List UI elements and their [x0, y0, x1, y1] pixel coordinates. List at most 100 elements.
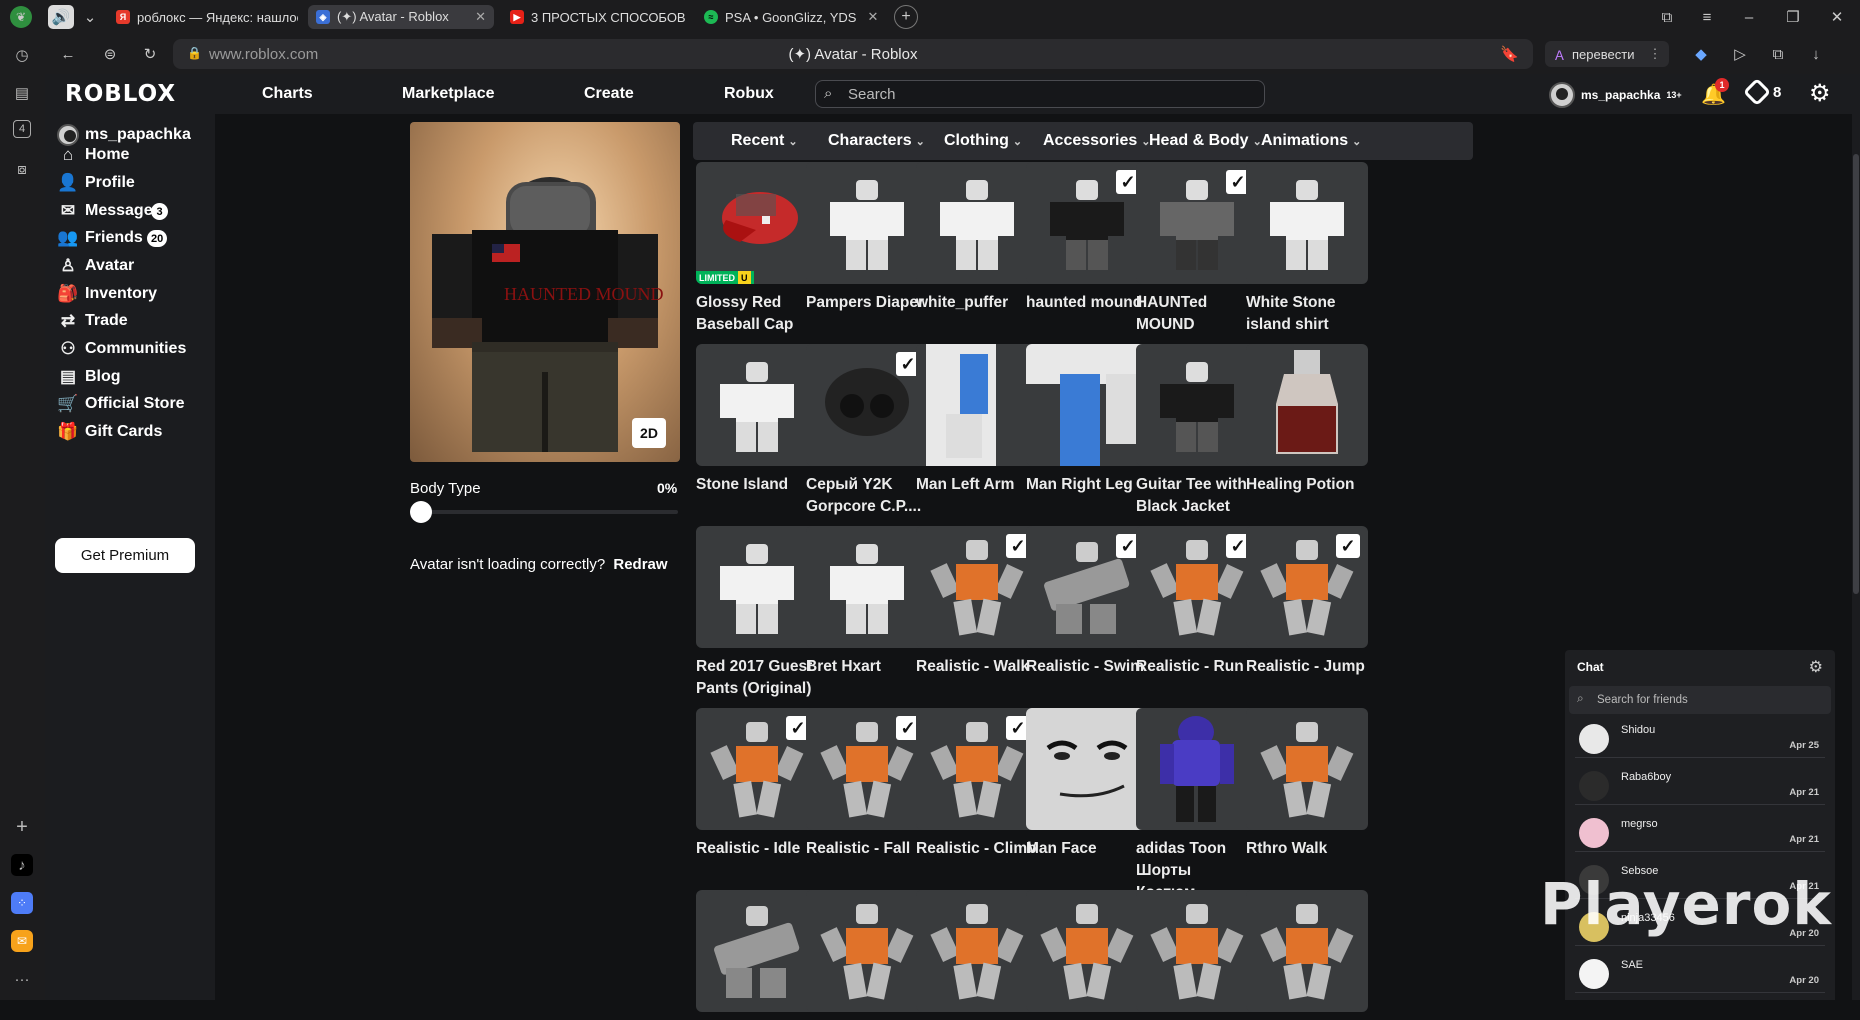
item-card[interactable]: ✓ Realistic - Jump — [1246, 526, 1368, 678]
item-card[interactable]: ✓ Realistic - Idle — [696, 708, 818, 860]
item-thumbnail[interactable] — [696, 344, 818, 466]
item-name[interactable]: Guitar Tee with Black Jacket — [1136, 474, 1258, 518]
item-name[interactable]: Серый Y2K Gorpcore C.P.... — [806, 474, 928, 518]
item-card[interactable]: Pampers Diaper — [806, 162, 928, 314]
item-name[interactable]: Man Face — [1026, 838, 1148, 860]
sidebar-user[interactable]: ms_papachka — [57, 124, 191, 146]
protect-icon[interactable]: ⊜ — [99, 43, 121, 65]
item-card[interactable]: Man Right Leg — [1026, 344, 1148, 496]
item-card[interactable]: Man Face — [1026, 708, 1148, 860]
item-name[interactable]: Realistic - Walk — [916, 656, 1038, 678]
item-card[interactable]: white_puffer — [916, 162, 1038, 314]
item-thumbnail[interactable] — [696, 526, 818, 648]
reload-icon[interactable]: ↻ — [139, 43, 161, 65]
item-name[interactable]: Stone Island — [696, 474, 818, 496]
item-name[interactable]: Man Left Arm — [916, 474, 1038, 496]
redraw-link[interactable]: Redraw — [613, 556, 667, 573]
sidebar-item-official-store[interactable]: 🛒 Official Store — [57, 393, 184, 415]
item-card[interactable]: ✓ Realistic - Climb — [916, 708, 1038, 860]
mail-icon[interactable]: ✉ — [11, 930, 33, 952]
tab-yandex-search[interactable]: Я роблокс — Яндекс: нашлось — [108, 5, 298, 29]
bookmark-icon[interactable]: 🔖 — [1500, 45, 1519, 63]
item-thumbnail[interactable] — [1026, 344, 1148, 466]
item-card[interactable]: adidas Toon Шорты Костюм... — [1136, 708, 1258, 904]
item-name[interactable]: Realistic - Climb — [916, 838, 1038, 860]
item-thumbnail[interactable] — [916, 890, 1038, 1012]
chat-conversation[interactable]: Raba6boy Apr 21 — [1575, 765, 1825, 805]
sidebar-item-home[interactable]: ⌂ Home — [57, 144, 130, 166]
tab-roblox-avatar[interactable]: ◈ (✦) Avatar - Roblox ✕ — [308, 5, 494, 29]
item-name[interactable]: Realistic - Run — [1136, 656, 1258, 678]
sidebar-item-messages[interactable]: ✉ Messages — [57, 200, 162, 222]
item-thumbnail[interactable] — [806, 162, 928, 284]
minimize-icon[interactable]: – — [1738, 6, 1760, 28]
reader-icon[interactable]: ▤ — [11, 82, 33, 104]
item-name[interactable]: White Stone island shirt — [1246, 292, 1368, 336]
nav-marketplace[interactable]: Marketplace — [402, 85, 495, 103]
body-type-slider-thumb[interactable] — [410, 501, 432, 523]
chat-search-input[interactable]: ⌕ Search for friends — [1569, 686, 1831, 714]
tabs-dropdown-icon[interactable]: ⌄ — [80, 6, 100, 28]
close-window-icon[interactable]: ✕ — [1826, 6, 1848, 28]
item-name[interactable]: Realistic - Idle — [696, 838, 818, 860]
item-thumbnail[interactable] — [806, 526, 928, 648]
avatar-preview[interactable]: HAUNTED MOUND 2D — [410, 122, 680, 462]
get-premium-button[interactable]: Get Premium — [55, 538, 195, 573]
toggle-2d-button[interactable]: 2D — [632, 418, 666, 448]
chat-conversation[interactable]: SAE Apr 20 — [1575, 953, 1825, 993]
item-card[interactable]: ✓ Realistic - Swim — [1026, 526, 1148, 678]
sidebar-item-communities[interactable]: ⚇ Communities — [57, 338, 186, 360]
sidebar-item-inventory[interactable]: 🎒 Inventory — [57, 283, 157, 305]
tab-count-icon[interactable]: 4 — [13, 120, 31, 138]
item-thumbnail[interactable]: ✓ — [806, 344, 928, 466]
item-thumbnail[interactable] — [1136, 890, 1258, 1012]
sidebar-item-trade[interactable]: ⇄ Trade — [57, 310, 128, 332]
item-name[interactable]: Realistic - Swim — [1026, 656, 1148, 678]
translate-menu-icon[interactable]: ⋮ — [1648, 46, 1661, 62]
close-tab-icon[interactable]: ✕ — [475, 9, 486, 25]
chat-settings-icon[interactable]: ⚙ — [1809, 657, 1823, 677]
item-thumbnail[interactable]: ✓ — [696, 708, 818, 830]
tab-recent[interactable]: Recent ⌄ — [731, 132, 798, 150]
item-card[interactable]: ✓ Серый Y2K Gorpcore C.P.... — [806, 344, 928, 518]
item-card[interactable] — [1246, 890, 1368, 1020]
item-card[interactable]: ✓ Realistic - Walk — [916, 526, 1038, 678]
notifications-button[interactable]: 🔔 1 — [1701, 78, 1729, 106]
item-card[interactable]: Guitar Tee with Black Jacket — [1136, 344, 1258, 518]
item-thumbnail[interactable] — [1246, 344, 1368, 466]
item-thumbnail[interactable] — [916, 344, 1038, 466]
item-card[interactable] — [806, 890, 928, 1020]
item-thumbnail[interactable] — [1246, 708, 1368, 830]
item-thumbnail[interactable]: ✓ — [1246, 526, 1368, 648]
more-icon[interactable]: ··· — [11, 968, 33, 990]
robux-button[interactable]: 8 — [1742, 77, 1781, 107]
item-name[interactable]: haunted mound — [1026, 292, 1148, 314]
item-thumbnail[interactable] — [1246, 890, 1368, 1012]
tab-characters[interactable]: Characters ⌄ — [828, 132, 925, 150]
item-name[interactable]: Bret Hxart — [806, 656, 928, 678]
yandex-browser-icon[interactable]: ❦ — [10, 6, 32, 28]
item-card[interactable]: Red 2017 Guest Pants (Original) — [696, 526, 818, 700]
chat-conversation[interactable]: megrso Apr 21 — [1575, 812, 1825, 852]
item-card[interactable] — [916, 890, 1038, 1020]
item-card[interactable]: Healing Potion — [1246, 344, 1368, 496]
video-icon[interactable]: ▷ — [1729, 43, 1751, 65]
item-thumbnail[interactable]: LIMITED U — [696, 162, 818, 284]
item-name[interactable]: Glossy Red Baseball Cap — [696, 292, 818, 336]
item-card[interactable]: LIMITED U Glossy Red Baseball Cap — [696, 162, 818, 336]
item-thumbnail[interactable]: ✓ — [1026, 162, 1148, 284]
item-thumbnail[interactable]: ✓ — [1136, 526, 1258, 648]
sidebar-item-avatar[interactable]: ♙ Avatar — [57, 255, 134, 277]
search-input[interactable]: ⌕ Search — [815, 80, 1265, 108]
back-icon[interactable]: ← — [57, 43, 79, 65]
media-icon[interactable]: ⧇ — [11, 158, 33, 180]
item-card[interactable]: Stone Island — [696, 344, 818, 496]
roblox-logo[interactable]: ROBLOX — [65, 81, 176, 107]
item-thumbnail[interactable] — [1136, 708, 1258, 830]
item-card[interactable]: ✓ haunted mound — [1026, 162, 1148, 314]
sidebar-item-friends[interactable]: 👥 Friends — [57, 227, 142, 249]
item-name[interactable]: Realistic - Jump — [1246, 656, 1368, 678]
header-user[interactable]: ms_papachka 13+ — [1549, 82, 1682, 108]
body-type-slider-track[interactable] — [418, 510, 678, 514]
item-card[interactable]: Bret Hxart — [806, 526, 928, 678]
